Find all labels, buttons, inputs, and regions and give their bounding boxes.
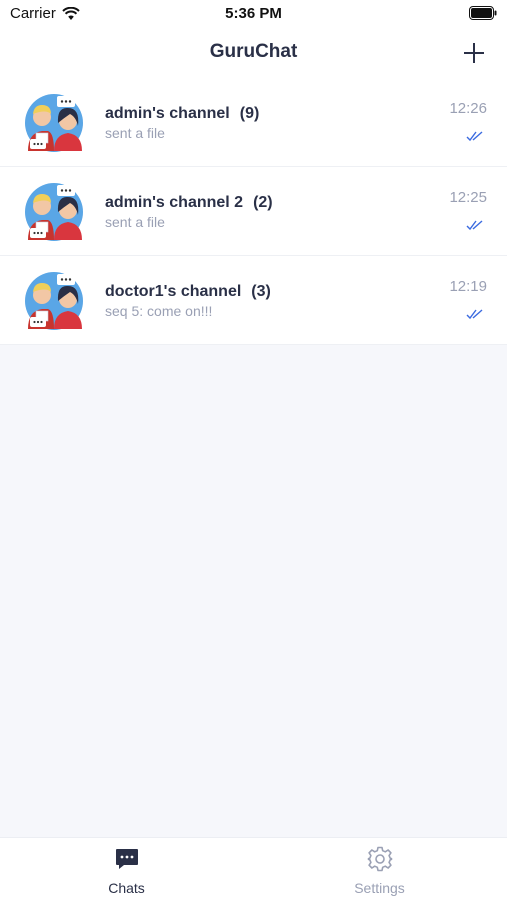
double-check-icon [466, 131, 483, 142]
group-avatar-icon [25, 94, 83, 152]
group-avatar-icon [25, 183, 83, 241]
double-check-icon [466, 309, 483, 320]
chat-title: admin's channel (9) [105, 105, 259, 123]
add-chat-button[interactable] [461, 40, 487, 66]
last-message-preview: sent a file [105, 214, 165, 230]
navigation-bar: GuruChat [0, 28, 507, 78]
page-title: GuruChat [209, 41, 298, 62]
chat-bubble-icon [115, 849, 138, 869]
chat-list-item[interactable]: admin's channel (9) sent a file 12:26 [0, 78, 507, 167]
chat-title: admin's channel 2 (2) [105, 194, 273, 212]
tab-settings[interactable]: Settings [253, 838, 506, 900]
message-time: 12:25 [449, 189, 487, 206]
group-avatar-icon [25, 272, 83, 330]
chat-name: admin's channel [105, 105, 230, 122]
chat-name: doctor1's channel [105, 283, 242, 300]
tab-label: Settings [354, 880, 405, 896]
status-bar: Carrier 5:36 PM [0, 0, 507, 28]
chat-list: admin's channel (9) sent a file 12:26 ad… [0, 78, 507, 345]
message-time: 12:19 [449, 278, 487, 295]
chat-name: admin's channel 2 [105, 194, 244, 211]
double-check-icon [466, 220, 483, 231]
tab-bar: Chats Settings [0, 837, 507, 900]
status-time: 5:36 PM [225, 5, 282, 22]
battery-icon [469, 6, 497, 20]
tab-chats[interactable]: Chats [0, 838, 253, 900]
unread-count: (9) [239, 105, 260, 122]
unread-count: (3) [251, 283, 271, 300]
chat-title: doctor1's channel (3) [105, 283, 271, 301]
tab-label: Chats [108, 880, 145, 896]
last-message-preview: seq 5: come on!!! [105, 303, 213, 319]
screen: Carrier 5:36 PM GuruChat admin's channel… [0, 0, 507, 900]
unread-count: (2) [253, 194, 273, 211]
message-time: 12:26 [449, 100, 487, 117]
plus-icon [464, 43, 484, 63]
gear-icon [367, 846, 392, 872]
last-message-preview: sent a file [105, 125, 165, 141]
chat-list-item[interactable]: doctor1's channel (3) seq 5: come on!!! 1… [0, 256, 507, 345]
chat-list-item[interactable]: admin's channel 2 (2) sent a file 12:25 [0, 167, 507, 256]
